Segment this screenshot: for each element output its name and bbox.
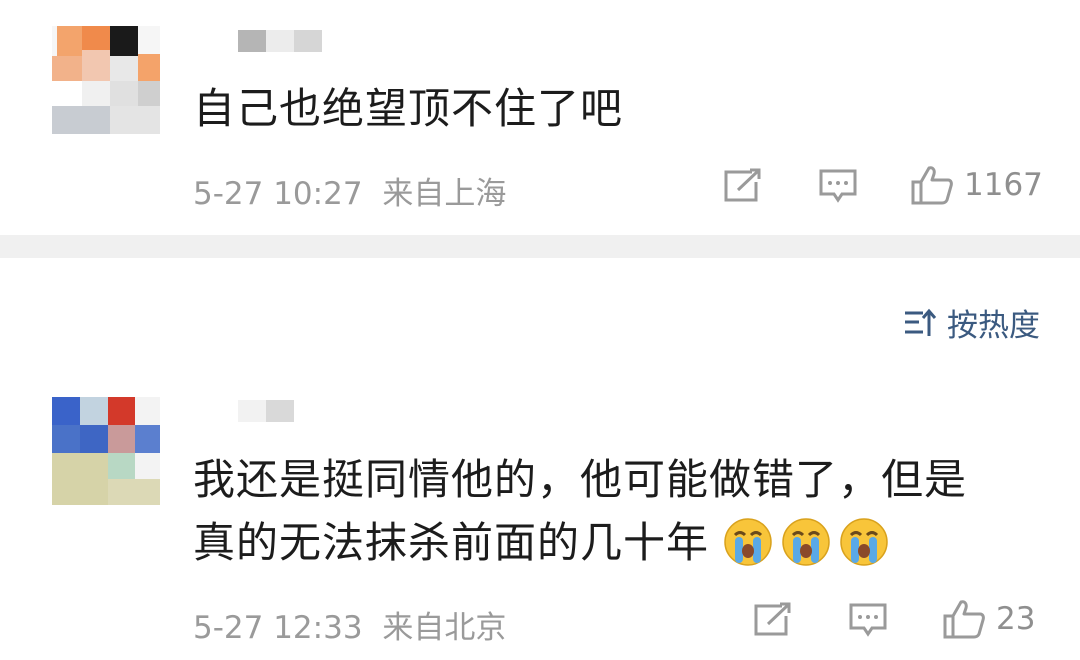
crying-emoji <box>781 517 831 581</box>
comment-icon <box>849 603 887 637</box>
like-count: 1167 <box>964 167 1043 203</box>
comment-text: 自己也绝望顶不住了吧 <box>193 84 624 133</box>
comment-date: 5-27 10:27 <box>193 176 363 212</box>
comment-meta: 5-27 10:27 来自上海 <box>193 168 506 213</box>
sort-by-hot-button[interactable]: 按热度 <box>903 300 1040 345</box>
comment-1: 自己也绝望顶不住了吧 5-27 10:27 来自上海 1167 <box>0 0 1080 235</box>
share-button[interactable] <box>752 602 792 638</box>
avatar[interactable] <box>52 26 160 134</box>
crying-emoji <box>839 517 889 581</box>
like-button[interactable]: 1167 <box>910 164 1043 206</box>
comment-text: 我还是挺同情他的，他可能做错了，但是 真的无法抹杀前面的几十年 <box>193 451 967 581</box>
crying-emoji <box>723 517 773 581</box>
avatar[interactable] <box>52 397 160 505</box>
comment-text-line-1: 我还是挺同情他的，他可能做错了，但是 <box>193 455 968 504</box>
comment-text-line-2: 真的无法抹杀前面的几十年 <box>193 514 967 581</box>
reply-button[interactable] <box>848 601 888 639</box>
comment-meta: 5-27 12:33 来自北京 <box>193 602 506 647</box>
comment-2: 我还是挺同情他的，他可能做错了，但是 真的无法抹杀前面的几十年 5-27 12:… <box>0 380 1080 660</box>
sort-icon <box>905 308 937 336</box>
share-icon <box>724 168 761 202</box>
like-button[interactable]: 23 <box>942 598 1035 640</box>
share-button[interactable] <box>722 168 762 204</box>
thumbs-up-icon <box>911 166 953 205</box>
thumbs-up-icon <box>943 600 985 639</box>
share-icon <box>754 602 791 636</box>
reply-button[interactable] <box>818 167 858 205</box>
sort-label: 按热度 <box>947 308 1040 344</box>
comment-text-line-2-text: 真的无法抹杀前面的几十年 <box>193 518 710 567</box>
comment-location: 来自北京 <box>382 610 507 646</box>
comment-icon <box>819 169 857 203</box>
like-count: 23 <box>996 601 1036 637</box>
comment-location: 来自上海 <box>382 176 507 212</box>
section-divider <box>0 235 1080 258</box>
comment-date: 5-27 12:33 <box>193 610 363 646</box>
